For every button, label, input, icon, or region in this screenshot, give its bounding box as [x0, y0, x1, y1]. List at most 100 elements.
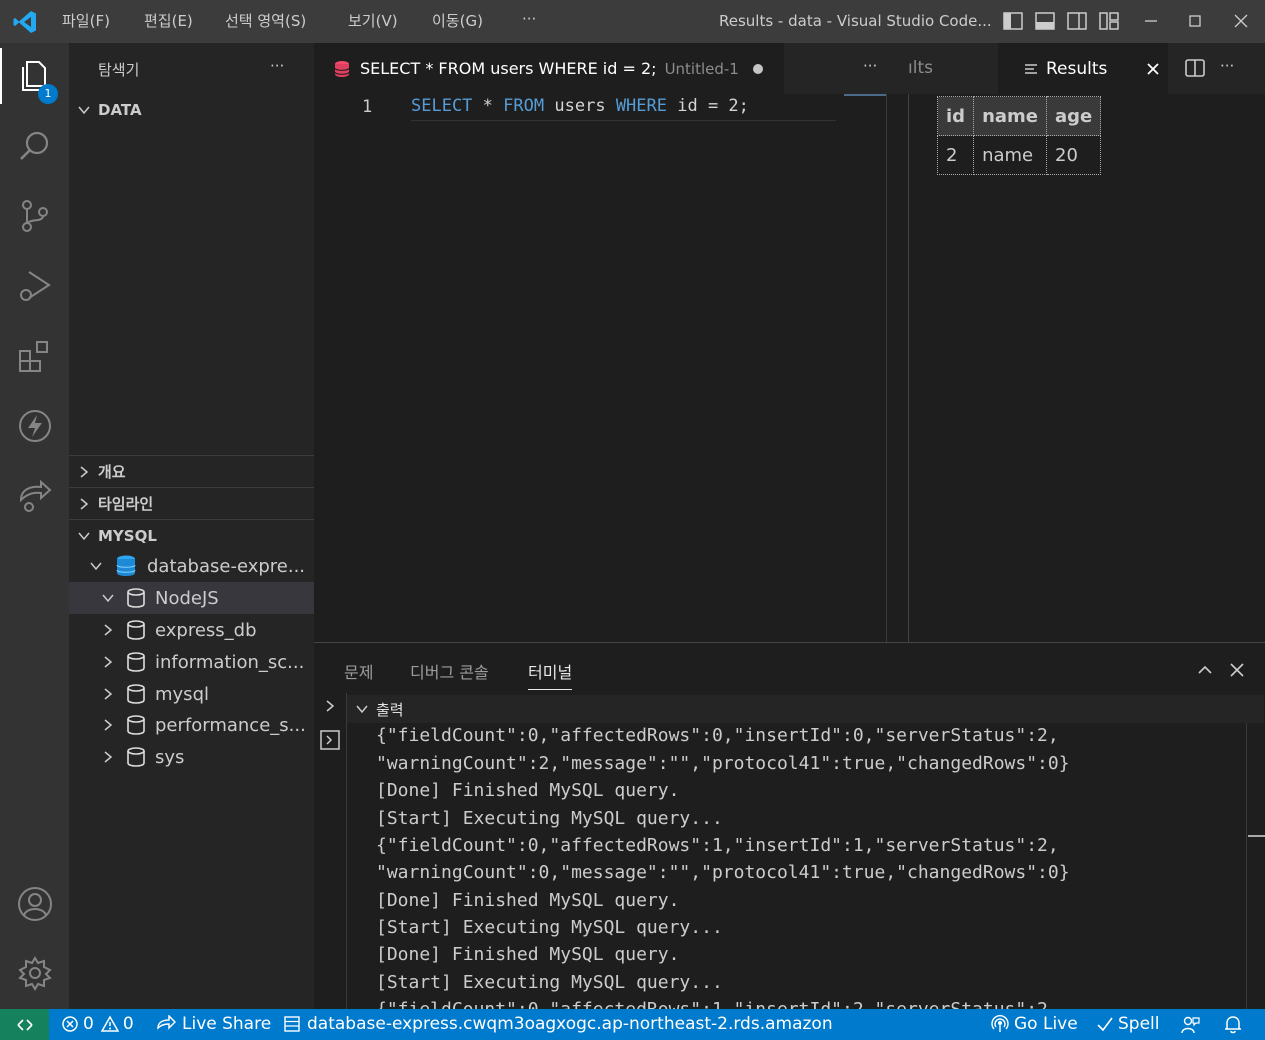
- terminal-side-bar: [314, 693, 347, 1010]
- activity-source-control[interactable]: [0, 188, 69, 244]
- unsaved-dot-icon[interactable]: [752, 63, 763, 74]
- database-server-icon: [116, 555, 136, 576]
- activity-extensions[interactable]: [0, 328, 69, 384]
- go-live-button[interactable]: Go Live: [991, 1014, 1078, 1034]
- editor-tab-bar: SELECT * FROM users WHERE id = 2; Untitl…: [314, 43, 908, 94]
- menu-edit[interactable]: 편집(E): [144, 10, 193, 31]
- section-data-label: DATA: [98, 100, 142, 119]
- tree-connection[interactable]: database-expre...: [69, 550, 314, 582]
- results-view: id name age 2 name 20: [908, 94, 1265, 642]
- tab-prev-results[interactable]: ılts: [908, 58, 933, 78]
- column-header: name: [973, 96, 1047, 136]
- database-icon: [127, 620, 145, 640]
- minimize-icon[interactable]: [1140, 10, 1162, 32]
- results-table: id name age 2 name 20: [936, 96, 1102, 175]
- tree-database-sys[interactable]: sys: [69, 741, 314, 773]
- live-share-icon: [157, 1015, 176, 1030]
- tree-database-nodejs[interactable]: NodeJS: [69, 582, 314, 614]
- database-label: mysql: [155, 683, 209, 705]
- output-line: [Start] Executing MySQL query...: [376, 808, 723, 829]
- results-more-button[interactable]: ···: [1220, 57, 1234, 75]
- menu-view[interactable]: 보기(V): [348, 10, 398, 31]
- close-window-icon[interactable]: [1230, 10, 1252, 32]
- code-line[interactable]: SELECT * FROM users WHERE id = 2;: [411, 96, 836, 121]
- close-panel-icon[interactable]: [1228, 661, 1246, 679]
- activity-search[interactable]: [0, 118, 69, 174]
- chevron-right-icon: [80, 465, 89, 478]
- output-line: {"fieldCount":0,"affectedRows":0,"insert…: [376, 725, 1059, 746]
- tab-query-filename: Untitled-1: [664, 59, 739, 78]
- output-line: [Done] Finished MySQL query.: [376, 780, 680, 801]
- tab-query-untitled[interactable]: SELECT * FROM users WHERE id = 2; Untitl…: [314, 43, 784, 94]
- minimap-slider[interactable]: [844, 94, 886, 96]
- maximize-panel-icon[interactable]: [1196, 661, 1214, 679]
- preview-lines-icon: [1025, 63, 1037, 74]
- title-bar: 파일(F) 편집(E) 선택 영역(S) 보기(V) 이동(G) ··· Res…: [0, 0, 1265, 43]
- menu-more[interactable]: ···: [522, 10, 536, 28]
- chevron-right-icon: [104, 656, 113, 668]
- menu-file[interactable]: 파일(F): [62, 10, 110, 31]
- chevron-right-icon: [80, 497, 89, 510]
- menu-go[interactable]: 이동(G): [432, 10, 483, 31]
- sql-editor[interactable]: 1 SELECT * FROM users WHERE id = 2;: [314, 94, 908, 642]
- database-icon: [127, 715, 145, 735]
- activity-accounts[interactable]: [0, 876, 69, 932]
- section-mysql-label: MYSQL: [98, 526, 157, 545]
- column-header: id: [936, 96, 975, 136]
- output-scrollbar[interactable]: [1246, 723, 1265, 1010]
- activity-explorer[interactable]: 1: [0, 48, 71, 104]
- table-cell: name: [973, 135, 1047, 175]
- sql-condition: id = 2;: [677, 96, 749, 116]
- tree-database-mysql[interactable]: mysql: [69, 678, 314, 710]
- panel-tab-terminal[interactable]: 터미널: [528, 659, 573, 690]
- chevron-right-icon[interactable]: [323, 699, 337, 713]
- output-section-header[interactable]: 출력: [347, 695, 1264, 723]
- remote-indicator[interactable]: [0, 1009, 49, 1040]
- problems-indicator[interactable]: 0 0: [61, 1014, 134, 1034]
- tree-database-information-schema[interactable]: information_sc...: [69, 646, 314, 678]
- toggle-sidebar-icon[interactable]: [1002, 10, 1024, 32]
- section-mysql[interactable]: MYSQL: [69, 519, 314, 551]
- tab-results-label: Results: [1046, 58, 1108, 79]
- activity-run-debug[interactable]: [0, 258, 69, 314]
- editor-more-button[interactable]: ···: [863, 57, 877, 75]
- customize-layout-icon[interactable]: [1098, 10, 1120, 32]
- live-share-status[interactable]: Live Share: [156, 1014, 271, 1034]
- search-icon: [19, 131, 48, 160]
- activity-settings[interactable]: [0, 945, 69, 1001]
- spell-check-status[interactable]: Spell: [1096, 1014, 1160, 1034]
- table-cell: 20: [1045, 135, 1102, 175]
- section-data[interactable]: DATA: [69, 94, 314, 125]
- activity-thunder[interactable]: [0, 398, 69, 454]
- section-timeline[interactable]: 타임라인: [69, 487, 314, 519]
- toggle-secondary-sidebar-icon[interactable]: [1066, 10, 1088, 32]
- maximize-icon[interactable]: [1184, 10, 1206, 32]
- menu-selection[interactable]: 선택 영역(S): [225, 10, 306, 31]
- terminal-icon[interactable]: [319, 729, 341, 751]
- tree-database-express-db[interactable]: express_db: [69, 614, 314, 646]
- split-editor-icon[interactable]: [1184, 57, 1206, 79]
- sql-star: *: [482, 96, 493, 116]
- tree-database-performance-schema[interactable]: performance_s...: [69, 709, 314, 741]
- activity-live-share[interactable]: [0, 468, 69, 524]
- sidebar-more-button[interactable]: ···: [270, 57, 284, 75]
- toggle-panel-icon[interactable]: [1034, 10, 1056, 32]
- output-line: [Start] Executing MySQL query...: [376, 917, 723, 938]
- panel-tab-debug-console[interactable]: 디버그 콘솔: [410, 659, 489, 683]
- tab-results[interactable]: Results: [998, 43, 1168, 94]
- section-outline[interactable]: 개요: [69, 455, 314, 487]
- editor-scrollbar-track[interactable]: [886, 94, 887, 642]
- panel-tab-problems[interactable]: 문제: [344, 659, 373, 683]
- output-line: "warningCount":0,"message":"","protocol4…: [376, 862, 1070, 883]
- db-connection-status[interactable]: database-express.cwqm3oagxogc.ap-northea…: [283, 1014, 833, 1034]
- explorer-sidebar: 탐색기 ··· DATA 개요 타임라인 MYSQL database-expr…: [69, 43, 314, 1009]
- sql-keyword: FROM: [503, 96, 545, 116]
- server-icon: [284, 1016, 300, 1032]
- output-log[interactable]: {"fieldCount":0,"affectedRows":0,"insert…: [347, 723, 1247, 1010]
- database-icon: [127, 588, 145, 608]
- output-line: [Start] Executing MySQL query...: [376, 972, 723, 993]
- close-tab-icon[interactable]: [1145, 61, 1161, 77]
- database-icon: [127, 684, 145, 704]
- bell-icon[interactable]: [1223, 1014, 1243, 1034]
- feedback-icon[interactable]: [1180, 1015, 1200, 1035]
